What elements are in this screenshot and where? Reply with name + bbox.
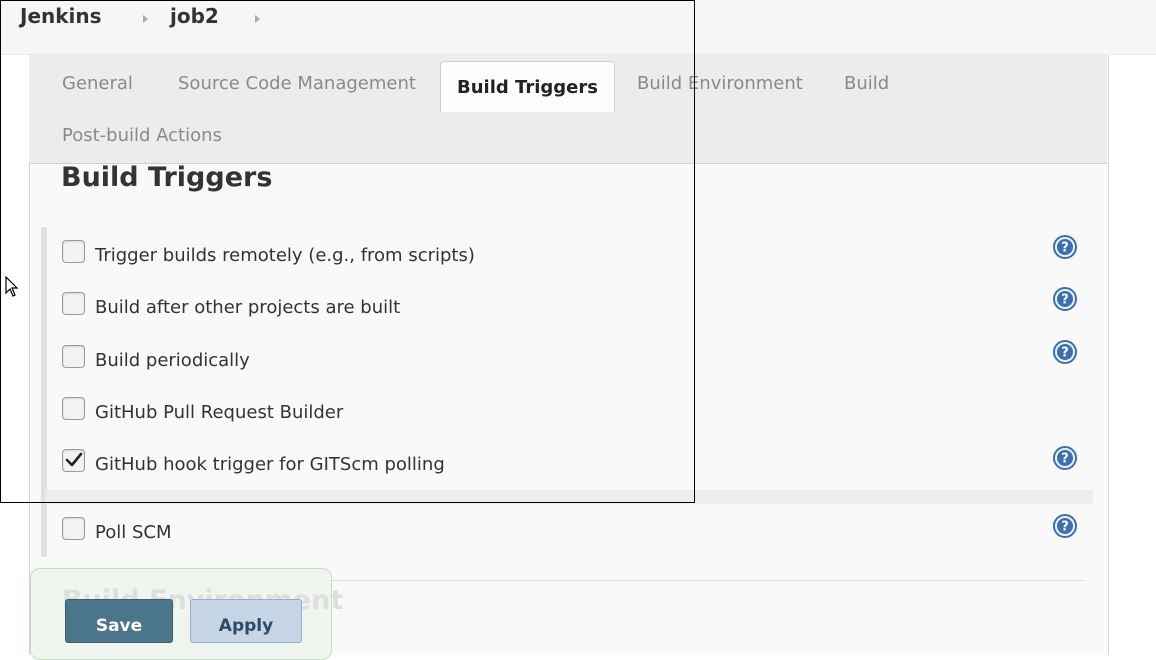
trigger-after-other-label[interactable]: Build after other projects are built [95,297,400,318]
tab-build-environment[interactable]: Build Environment [637,73,803,94]
svg-text:?: ? [1061,241,1069,256]
question-circle-icon[interactable]: ? [1053,340,1077,364]
checkmark-icon [65,452,83,467]
trigger-periodic-label[interactable]: Build periodically [95,350,250,371]
svg-text:?: ? [1061,346,1069,361]
tab-source-code-management[interactable]: Source Code Management [178,73,416,94]
breadcrumb-jenkins[interactable]: Jenkins [20,4,102,28]
triangle-right-icon[interactable] [143,15,148,23]
tab-general[interactable]: General [62,73,133,94]
tab-build[interactable]: Build [844,73,889,94]
breadcrumb-job2[interactable]: job2 [170,4,219,28]
svg-text:?: ? [1061,452,1069,467]
trigger-poll-scm-label[interactable]: Poll SCM [95,522,171,543]
trigger-after-other-checkbox[interactable] [62,292,85,315]
triangle-right-icon[interactable] [255,15,260,23]
trigger-github-pr-label[interactable]: GitHub Pull Request Builder [95,402,343,423]
trigger-github-hook-label[interactable]: GitHub hook trigger for GITScm polling [95,454,445,475]
section-title: Build Triggers [61,162,273,193]
row-separator [45,490,1093,504]
trigger-remote-checkbox[interactable] [62,240,85,263]
tab-build-triggers[interactable]: Build Triggers [440,61,615,112]
tab-post-build-actions[interactable]: Post-build Actions [62,125,222,146]
apply-button[interactable]: Apply [190,599,302,643]
svg-text:?: ? [1061,520,1069,535]
breadcrumb: Jenkins job2 [0,0,1156,55]
question-circle-icon[interactable]: ? [1053,287,1077,311]
question-circle-icon[interactable]: ? [1053,514,1077,538]
trigger-remote-label[interactable]: Trigger builds remotely (e.g., from scri… [95,245,475,266]
svg-text:?: ? [1061,293,1069,308]
section-indent-bar [41,227,47,557]
trigger-github-pr-checkbox[interactable] [62,397,85,420]
trigger-poll-scm-checkbox[interactable] [62,517,85,540]
trigger-periodic-checkbox[interactable] [62,345,85,368]
trigger-github-hook-checkbox[interactable] [62,449,85,472]
mouse-pointer-icon [5,276,19,297]
question-circle-icon[interactable]: ? [1053,446,1077,470]
save-button[interactable]: Save [65,599,173,643]
question-circle-icon[interactable]: ? [1053,235,1077,259]
